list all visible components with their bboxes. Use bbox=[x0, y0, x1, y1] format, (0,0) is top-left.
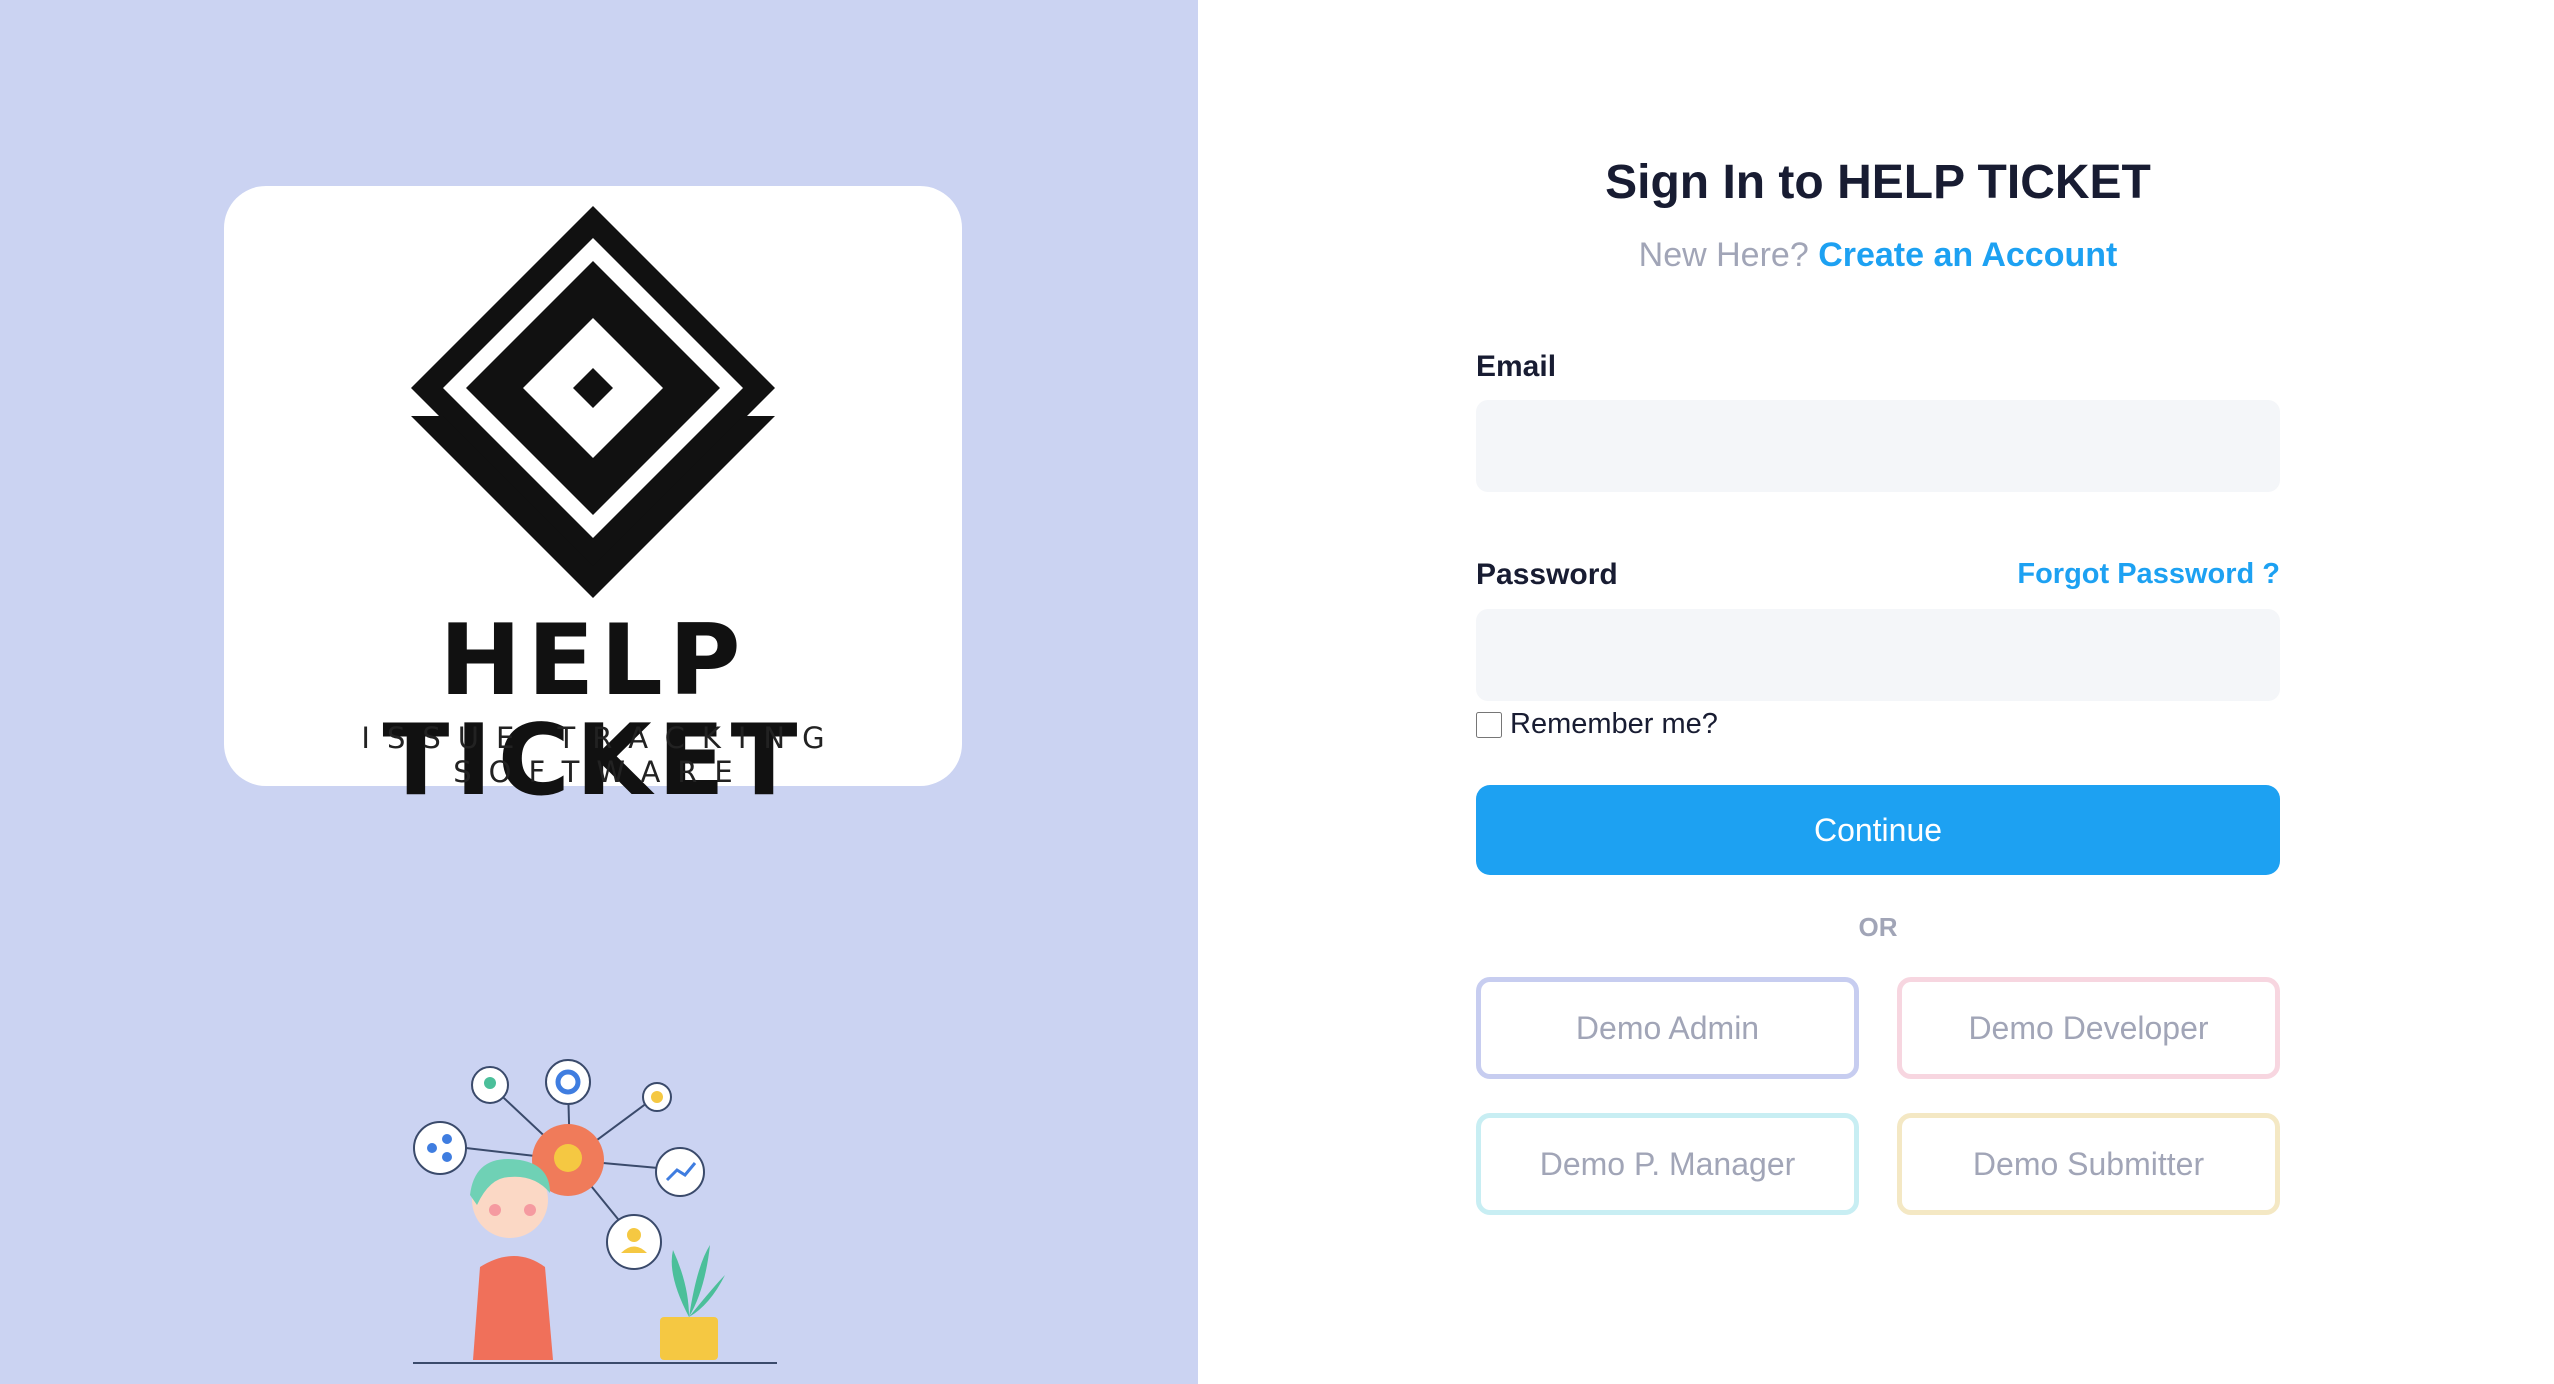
email-label: Email bbox=[1476, 350, 1557, 383]
help-ticket-logo-icon bbox=[411, 206, 775, 598]
or-divider: OR bbox=[1858, 912, 1898, 942]
remember-me-checkbox[interactable] bbox=[1476, 711, 1502, 738]
thinking-person-illustration bbox=[413, 1059, 777, 1364]
email-field[interactable] bbox=[1476, 400, 2280, 492]
remember-me-label: Remember me? bbox=[1510, 708, 1718, 740]
brand-panel: HELP TICKET ISSUE TRACKING SOFTWARE bbox=[0, 0, 1198, 1384]
password-label: Password bbox=[1476, 558, 1618, 591]
create-account-link[interactable]: Create an Account bbox=[1818, 236, 2117, 274]
demo-admin-button[interactable]: Demo Admin bbox=[1476, 977, 1859, 1079]
brand-tagline: ISSUE TRACKING SOFTWARE bbox=[361, 721, 842, 789]
signup-prompt: New Here? Create an Account bbox=[1476, 236, 2280, 275]
demo-project-manager-button[interactable]: Demo P. Manager bbox=[1476, 1113, 1859, 1215]
demo-developer-button[interactable]: Demo Developer bbox=[1897, 977, 2280, 1079]
continue-button[interactable]: Continue bbox=[1476, 785, 2280, 875]
new-here-text: New Here? bbox=[1638, 236, 1809, 274]
signin-form: Sign In to HELP TICKET New Here? Create … bbox=[1476, 0, 2280, 1384]
demo-submitter-button[interactable]: Demo Submitter bbox=[1897, 1113, 2280, 1215]
forgot-password-link[interactable]: Forgot Password ? bbox=[2017, 558, 2280, 591]
remember-me[interactable]: Remember me? bbox=[1476, 708, 1718, 741]
logo-card: HELP TICKET ISSUE TRACKING SOFTWARE bbox=[224, 186, 962, 811]
page-title: Sign In to HELP TICKET bbox=[1605, 156, 2151, 209]
password-field[interactable] bbox=[1476, 609, 2280, 701]
